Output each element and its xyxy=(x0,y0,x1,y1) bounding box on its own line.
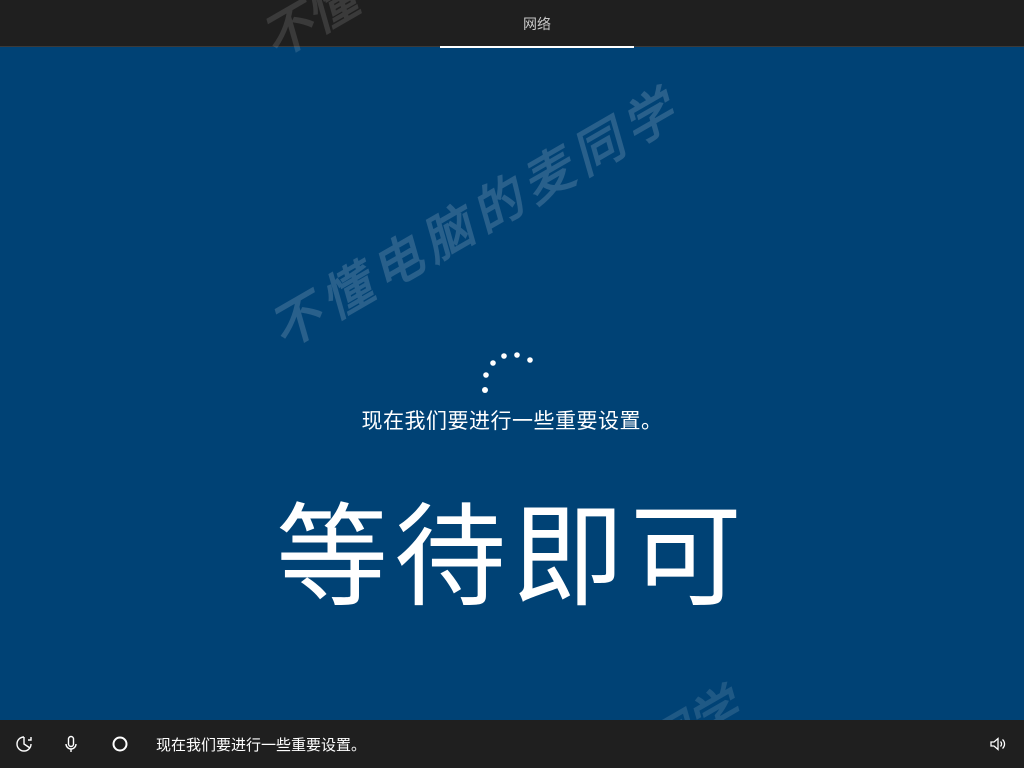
narration-text: 现在我们要进行一些重要设置。 xyxy=(156,735,367,754)
overlay-caption: 等待即可 xyxy=(276,493,748,623)
main-content: 现在我们要进行一些重要设置。 等待即可 xyxy=(0,48,1024,720)
ease-of-access-icon[interactable] xyxy=(12,732,36,756)
top-tab-bar: 网络 xyxy=(0,0,1024,48)
oobe-screen: 网络 现在我们要进行一些重要设置。 等待即可 不懂电脑的麦同学 不懂 同学 xyxy=(0,0,1024,768)
volume-icon[interactable] xyxy=(986,732,1010,756)
tab-network-label: 网络 xyxy=(523,16,551,33)
microphone-icon[interactable] xyxy=(59,732,83,756)
status-message: 现在我们要进行一些重要设置。 xyxy=(361,409,663,433)
loading-spinner-icon xyxy=(482,352,533,393)
cortana-circle-icon[interactable] xyxy=(108,732,132,756)
tab-network[interactable]: 网络 xyxy=(440,0,634,48)
bottom-taskbar: 现在我们要进行一些重要设置。 xyxy=(0,720,1024,768)
